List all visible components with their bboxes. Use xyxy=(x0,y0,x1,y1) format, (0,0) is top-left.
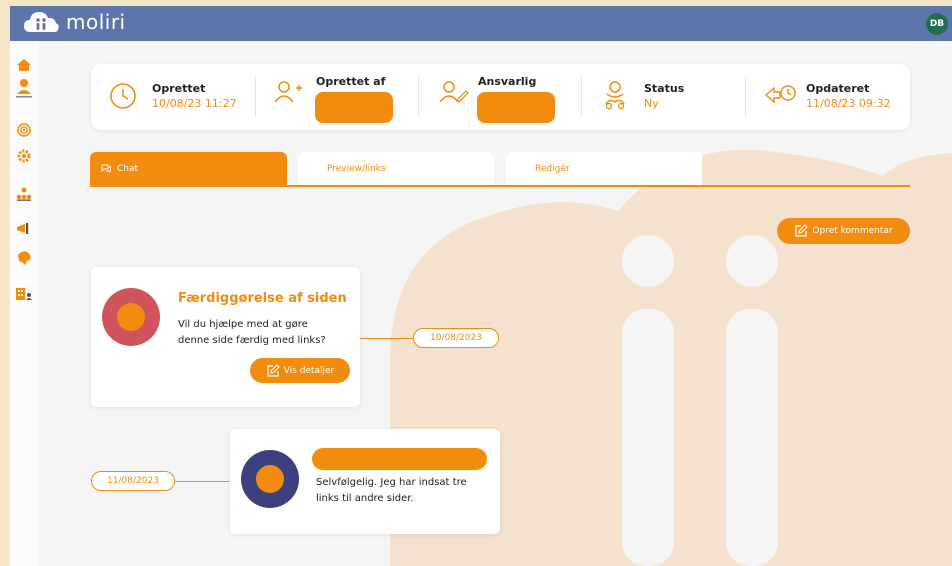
avatar-dot xyxy=(256,465,284,493)
created-by-label: Oprettet af xyxy=(316,75,386,88)
edit-user-icon xyxy=(439,80,469,108)
create-comment-button[interactable]: Opret kommentar xyxy=(777,218,910,244)
sidebar-item-user[interactable] xyxy=(12,79,36,101)
message-body: Selvfølgelig. Jeg har indsat tre links t… xyxy=(316,475,467,507)
logo[interactable]: moliri xyxy=(24,10,126,34)
message-body-line: Selvfølgelig. Jeg har indsat tre xyxy=(316,477,467,488)
baby-icon xyxy=(602,80,628,114)
created-by-value xyxy=(315,92,393,123)
tab-underline xyxy=(90,185,910,187)
settings-icon xyxy=(17,148,31,167)
edit-icon xyxy=(794,224,809,238)
created-by-section: Oprettet af xyxy=(256,64,418,130)
created-label: Oprettet xyxy=(152,82,206,95)
tab-chat[interactable]: Chat xyxy=(90,152,287,185)
show-details-label: Vis detaljer xyxy=(283,365,335,376)
history-icon xyxy=(764,84,798,110)
megaphone-icon xyxy=(16,221,32,240)
updated-value: 11/08/23 09:32 xyxy=(806,97,891,110)
sidebar-item-settings[interactable] xyxy=(12,146,36,168)
org-chart-icon xyxy=(16,186,32,205)
main-content: Oprettet 10/08/23 11:27 Oprettet af Ansv… xyxy=(38,41,952,566)
home-icon xyxy=(16,57,32,76)
created-section: Oprettet 10/08/23 11:27 xyxy=(91,64,255,130)
target-icon xyxy=(17,122,31,141)
sidebar-item-home[interactable] xyxy=(12,55,36,77)
app-name: moliri xyxy=(66,10,126,34)
clock-icon xyxy=(109,82,137,114)
message-body-line: Vil du hjælpe med at gøre xyxy=(178,319,308,330)
updated-label: Opdateret xyxy=(806,82,870,95)
message-author xyxy=(312,448,487,470)
status-label: Status xyxy=(644,82,685,95)
tab-edit[interactable]: Redigér xyxy=(506,152,702,185)
timeline-connector xyxy=(360,338,413,339)
sidebar-item-knowledge[interactable] xyxy=(12,249,36,271)
timeline-connector xyxy=(175,481,230,482)
logo-icon xyxy=(24,10,60,34)
chat-message-card: Selvfølgelig. Jeg har indsat tre links t… xyxy=(230,429,500,534)
tab-preview-links[interactable]: Preview/links xyxy=(298,152,494,185)
message-date: 11/08/2023 xyxy=(91,471,175,491)
sidebar-item-organisation[interactable] xyxy=(12,184,36,206)
responsible-label: Ansvarlig xyxy=(478,75,537,88)
sidebar xyxy=(10,41,38,566)
status-section: Status Ny xyxy=(582,64,745,130)
edit-icon xyxy=(266,363,280,378)
sidebar-item-marketing[interactable] xyxy=(12,219,36,241)
tab-preview-links-label: Preview/links xyxy=(327,163,386,174)
avatar xyxy=(241,450,299,508)
sidebar-item-target[interactable] xyxy=(12,120,36,142)
avatar-dot xyxy=(117,303,145,331)
avatar xyxy=(102,288,160,346)
app-frame: moliri DB Oprettet 10/08/23 11:27 Oprett… xyxy=(0,0,952,566)
create-comment-label: Opret kommentar xyxy=(812,226,893,236)
status-value: Ny xyxy=(644,97,659,110)
message-body-line: denne side færdig med links? xyxy=(178,335,326,346)
created-value: 10/08/23 11:27 xyxy=(152,97,237,110)
message-date: 10/08/2023 xyxy=(413,328,499,348)
chat-message-card: Færdiggørelse af siden Vil du hjælpe med… xyxy=(91,267,360,407)
user-avatar[interactable]: DB xyxy=(926,13,948,35)
message-body-line: links til andre sider. xyxy=(316,493,414,504)
info-card: Oprettet 10/08/23 11:27 Oprettet af Ansv… xyxy=(91,64,910,130)
message-title: Færdiggørelse af siden xyxy=(178,291,347,306)
brain-icon xyxy=(16,250,32,270)
show-details-button[interactable]: Vis detaljer xyxy=(250,358,350,383)
building-user-icon xyxy=(15,286,33,305)
chat-icon xyxy=(101,164,111,173)
responsible-value xyxy=(477,92,555,123)
tab-chat-label: Chat xyxy=(117,163,139,174)
add-user-icon xyxy=(274,80,304,108)
message-body: Vil du hjælpe med at gøre denne side fær… xyxy=(178,317,326,349)
top-bar: moliri DB xyxy=(10,6,952,41)
responsible-section: Ansvarlig xyxy=(419,64,581,130)
updated-section: Opdateret 11/08/23 09:32 xyxy=(746,64,910,130)
tab-edit-label: Redigér xyxy=(535,163,570,174)
sidebar-item-company[interactable] xyxy=(12,284,36,306)
user-icon xyxy=(16,78,32,102)
